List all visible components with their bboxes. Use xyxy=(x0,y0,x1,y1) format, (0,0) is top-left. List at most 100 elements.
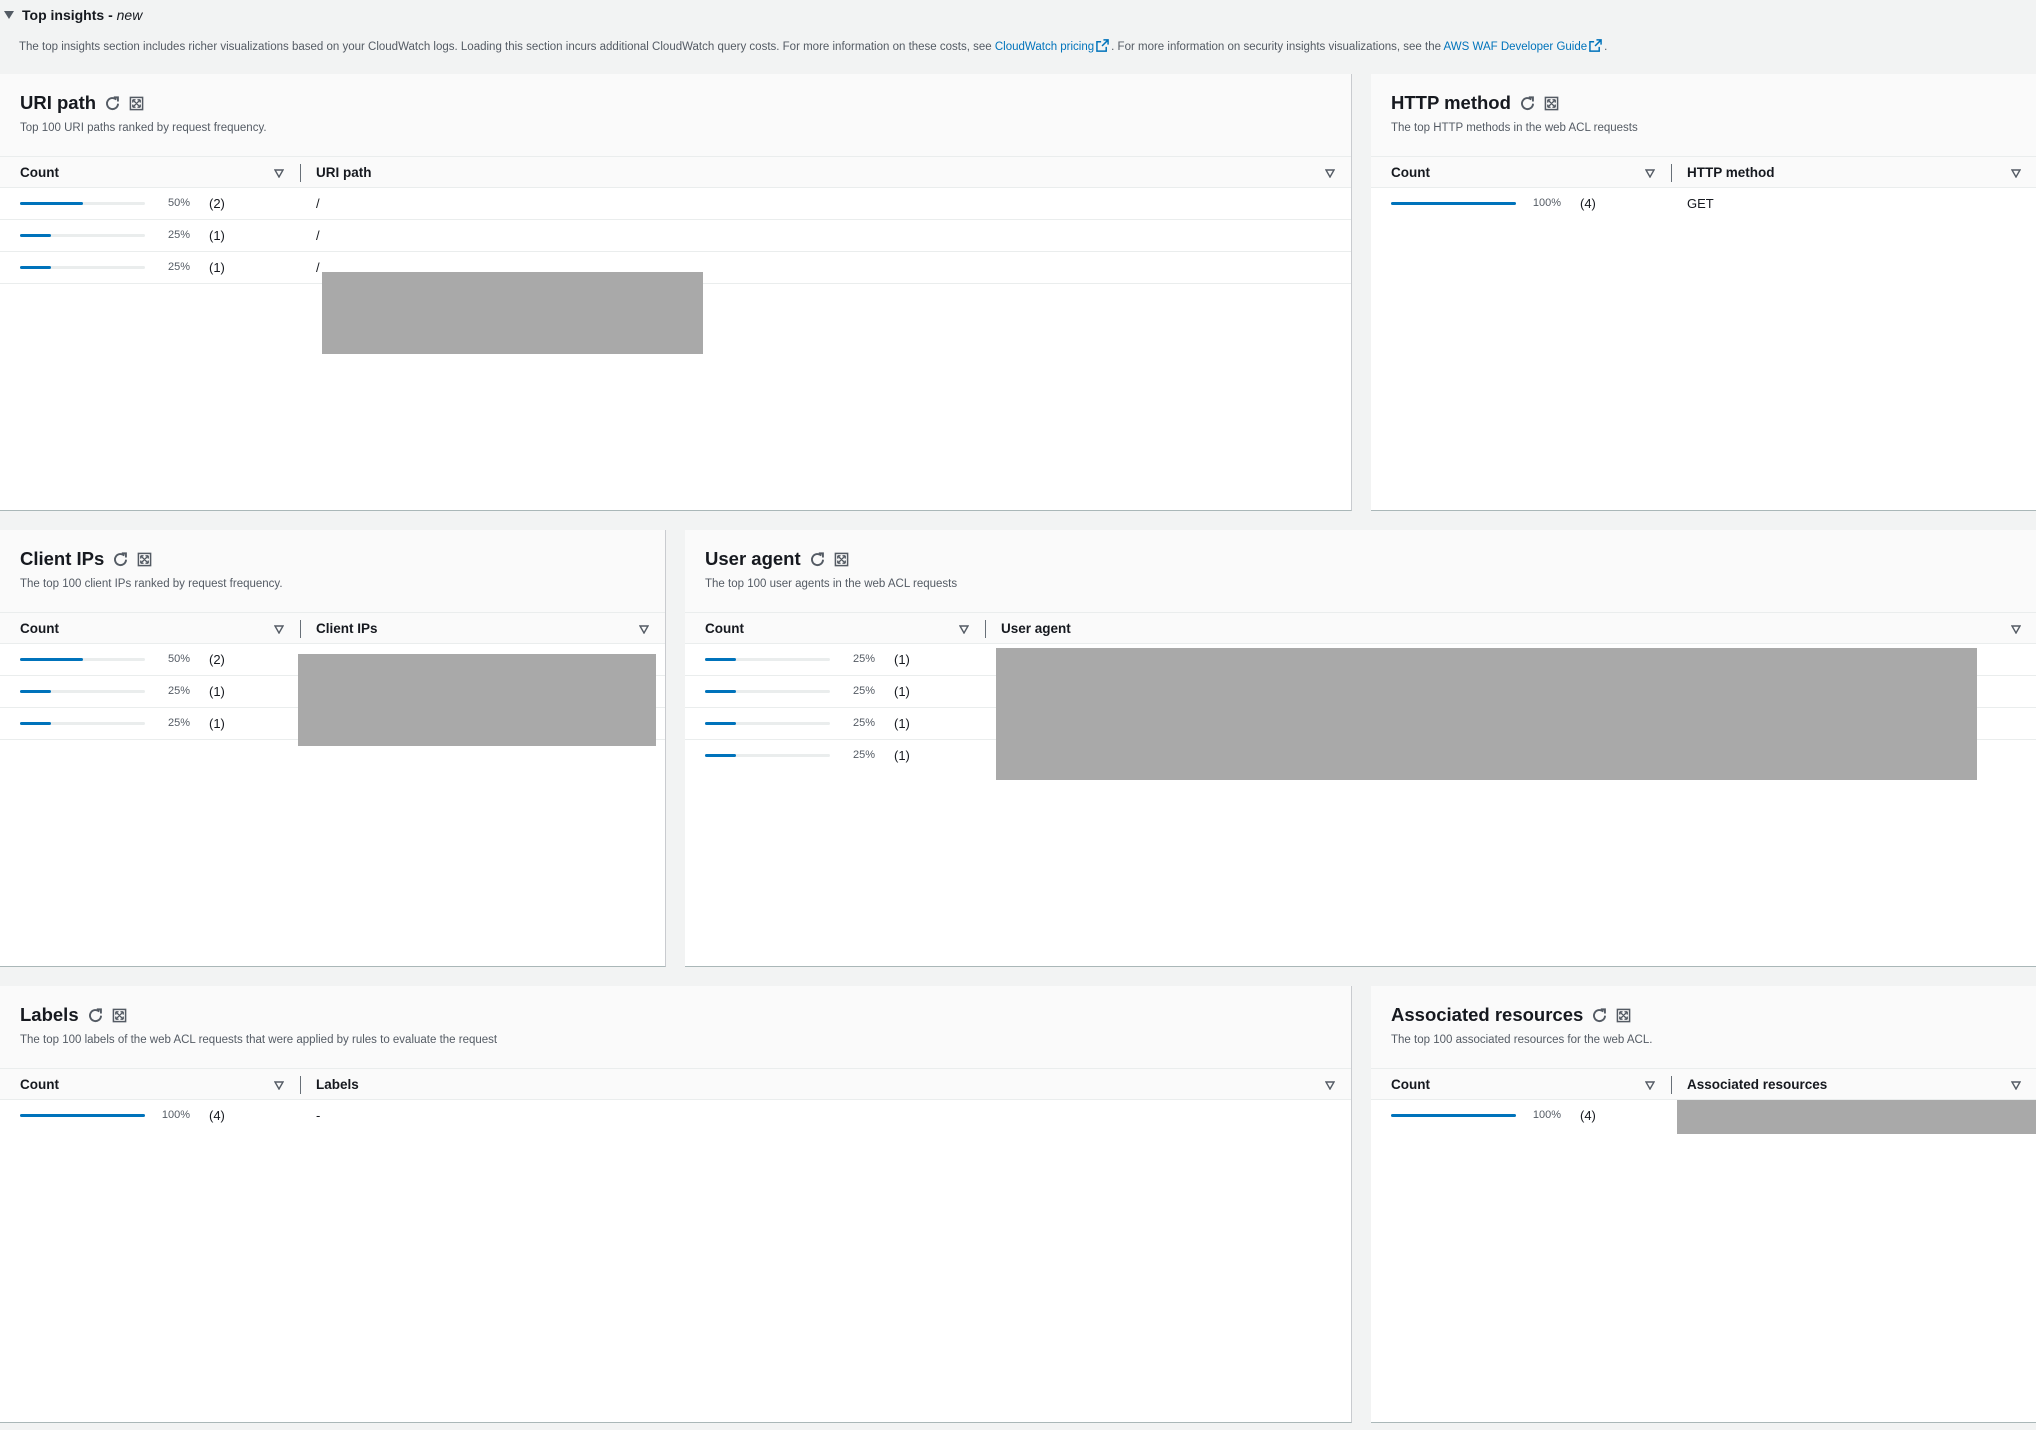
panel-title: HTTP method xyxy=(1391,92,1511,113)
progress-bar xyxy=(20,202,145,205)
count-text: (1) xyxy=(209,684,225,699)
sort-icon[interactable] xyxy=(1325,1081,1335,1090)
http-method-column-header[interactable]: HTTP method xyxy=(1687,165,1775,180)
progress-bar xyxy=(705,658,830,661)
labels-table: Count Labels 100% (4) - xyxy=(0,1068,1351,1422)
expand-icon[interactable] xyxy=(112,1008,127,1023)
uri-path-column-header[interactable]: URI path xyxy=(316,165,372,180)
count-column-header[interactable]: Count xyxy=(20,1077,59,1092)
expand-icon[interactable] xyxy=(129,96,144,111)
count-text: (1) xyxy=(209,228,225,243)
client-ips-panel: Client IPs The top 100 client IPs ranked… xyxy=(0,530,666,967)
sort-icon[interactable] xyxy=(274,169,284,178)
count-column-header[interactable]: Count xyxy=(1391,1077,1430,1092)
count-column-header[interactable]: Count xyxy=(705,621,744,636)
count-text: (4) xyxy=(1580,1108,1596,1123)
progress-bar xyxy=(1391,202,1516,205)
sort-icon[interactable] xyxy=(1645,1081,1655,1090)
panel-description: The top 100 associated resources for the… xyxy=(1391,1034,1653,1046)
panel-description: The top 100 labels of the web ACL reques… xyxy=(20,1034,498,1046)
top-insights-header: Top insights - new The top insights sect… xyxy=(0,0,2036,74)
sort-icon[interactable] xyxy=(2011,625,2021,634)
progress-bar xyxy=(20,234,145,237)
new-badge: new xyxy=(116,7,143,23)
uri-path-table: Count URI path 50% (2) / 25% (1) / 25% (… xyxy=(0,156,1351,510)
progress-bar xyxy=(705,690,830,693)
percent-text: 100% xyxy=(1532,1109,1561,1121)
progress-bar xyxy=(20,690,145,693)
progress-bar xyxy=(20,658,145,661)
sort-icon[interactable] xyxy=(274,1081,284,1090)
section-description: The top insights section includes richer… xyxy=(19,39,1607,53)
progress-bar xyxy=(20,722,145,725)
refresh-icon[interactable] xyxy=(1519,95,1536,112)
count-text: (1) xyxy=(894,684,910,699)
refresh-icon[interactable] xyxy=(112,551,129,568)
count-text: (1) xyxy=(209,260,225,275)
table-row: 100% (4) - xyxy=(0,1100,1351,1132)
waf-developer-guide-link[interactable]: AWS WAF Developer Guide xyxy=(1444,41,1588,53)
panel-title: Associated resources xyxy=(1391,1004,1584,1025)
user-agent-column-header[interactable]: User agent xyxy=(1001,621,1071,636)
associated-resources-column-header[interactable]: Associated resources xyxy=(1687,1077,1827,1092)
percent-text: 100% xyxy=(161,1109,190,1121)
expand-icon[interactable] xyxy=(834,552,849,567)
table-row: 50% (2) / xyxy=(0,188,1351,220)
cloudwatch-pricing-link[interactable]: CloudWatch pricing xyxy=(995,41,1094,53)
count-column-header[interactable]: Count xyxy=(20,621,59,636)
top-insights-toggle[interactable]: Top insights - new xyxy=(4,7,142,23)
uri-path-value: / xyxy=(316,196,320,211)
progress-bar xyxy=(20,1114,145,1117)
percent-text: 25% xyxy=(167,717,190,729)
external-link-icon[interactable] xyxy=(1096,39,1109,52)
refresh-icon[interactable] xyxy=(1591,1007,1608,1024)
expand-icon[interactable] xyxy=(1616,1008,1631,1023)
caret-down-icon[interactable] xyxy=(4,11,14,19)
panel-description: The top 100 client IPs ranked by request… xyxy=(20,578,283,590)
count-text: (4) xyxy=(1580,196,1596,211)
http-method-panel: HTTP method The top HTTP methods in the … xyxy=(1371,74,2036,511)
sort-icon[interactable] xyxy=(1325,169,1335,178)
panel-title: Labels xyxy=(20,1004,79,1025)
label-value: - xyxy=(316,1108,321,1123)
count-text: (1) xyxy=(894,716,910,731)
redacted-block xyxy=(298,654,656,746)
labels-column-header[interactable]: Labels xyxy=(316,1077,359,1092)
sort-icon[interactable] xyxy=(2011,1081,2021,1090)
count-column-header[interactable]: Count xyxy=(1391,165,1430,180)
panel-title: Client IPs xyxy=(20,548,105,569)
redacted-block xyxy=(322,272,703,354)
redacted-block xyxy=(996,648,1977,780)
expand-icon[interactable] xyxy=(1544,96,1559,111)
section-desc-text-1: The top insights section includes richer… xyxy=(19,41,995,53)
refresh-icon[interactable] xyxy=(809,551,826,568)
http-method-value: GET xyxy=(1687,196,1714,211)
count-column-header[interactable]: Count xyxy=(20,165,59,180)
progress-bar xyxy=(1391,1114,1516,1117)
sort-icon[interactable] xyxy=(2011,169,2021,178)
percent-text: 25% xyxy=(852,717,875,729)
client-ips-column-header[interactable]: Client IPs xyxy=(316,621,378,636)
sort-icon[interactable] xyxy=(639,625,649,634)
sort-icon[interactable] xyxy=(1645,169,1655,178)
expand-icon[interactable] xyxy=(137,552,152,567)
labels-panel: Labels The top 100 labels of the web ACL… xyxy=(0,986,1352,1423)
external-link-icon[interactable] xyxy=(1589,39,1602,52)
refresh-icon[interactable] xyxy=(87,1007,104,1024)
user-agent-panel: User agent The top 100 user agents in th… xyxy=(685,530,2036,967)
percent-text: 25% xyxy=(167,685,190,697)
table-row: 25% (1) / xyxy=(0,220,1351,252)
progress-bar xyxy=(705,722,830,725)
count-text: (1) xyxy=(209,716,225,731)
uri-path-value: / xyxy=(316,260,320,275)
count-text: (1) xyxy=(894,652,910,667)
percent-text: 25% xyxy=(167,229,190,241)
sort-icon[interactable] xyxy=(959,625,969,634)
section-desc-text-3: . xyxy=(1604,41,1608,53)
uri-path-panel: URI path Top 100 URI paths ranked by req… xyxy=(0,74,1352,511)
sort-icon[interactable] xyxy=(274,625,284,634)
percent-text: 100% xyxy=(1532,197,1561,209)
refresh-icon[interactable] xyxy=(104,95,121,112)
panel-title: User agent xyxy=(705,548,801,569)
percent-text: 25% xyxy=(852,749,875,761)
